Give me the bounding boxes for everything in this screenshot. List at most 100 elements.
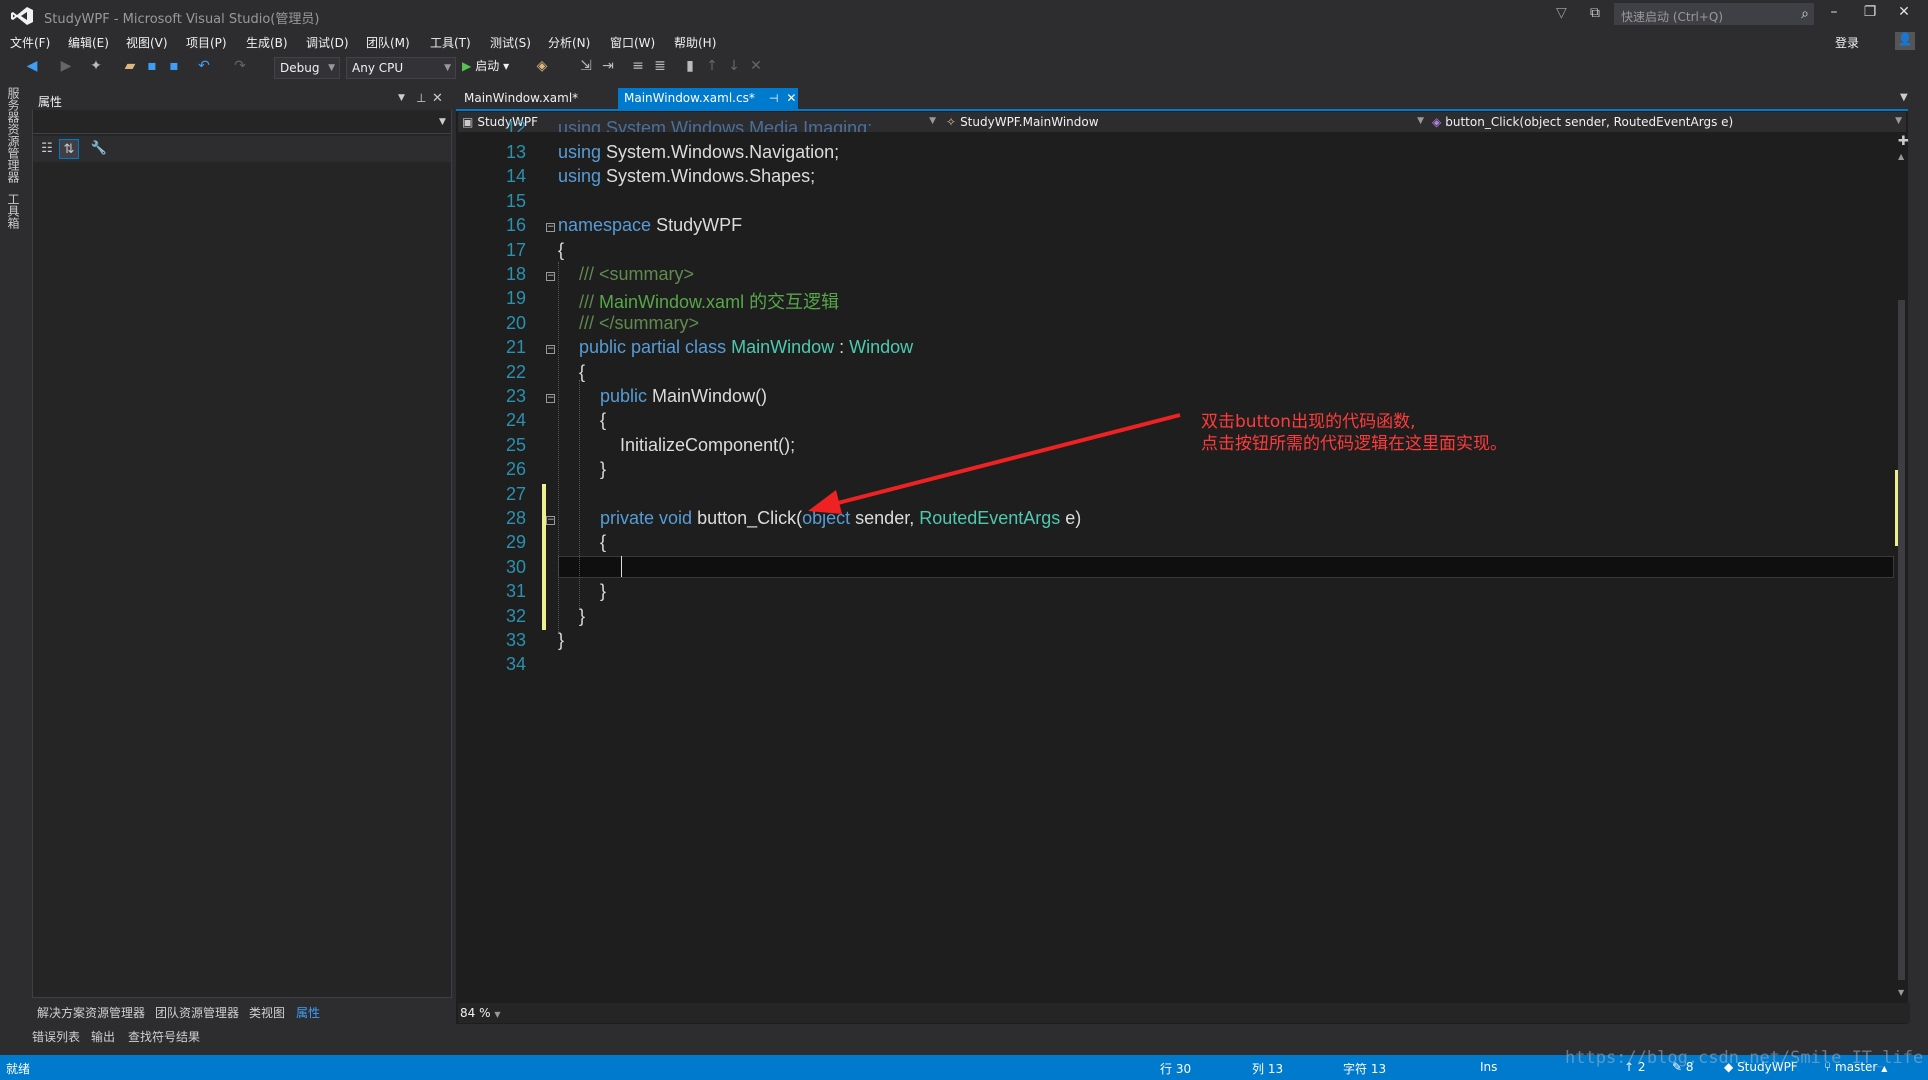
code-line-14: using System.Windows.Shapes; (558, 166, 816, 186)
tab-find-symbol-results[interactable]: 查找符号结果 (128, 1028, 200, 1045)
open-file-icon[interactable]: ▰ (122, 58, 138, 74)
tab-team-explorer[interactable]: 团队资源管理器 (155, 1004, 239, 1021)
navigate-forward-icon[interactable]: ▶ (58, 58, 74, 74)
code-line-21: public partial class MainWindow : Window (579, 337, 914, 357)
server-explorer-tab[interactable]: 服务器资源管理器 (6, 87, 22, 183)
collapse-constructor-icon[interactable]: − (546, 394, 555, 403)
line-number: 27 (505, 484, 526, 504)
code-line-20: /// </summary> (579, 313, 700, 333)
menu-tools[interactable]: 工具(T) (430, 34, 471, 51)
navigate-back-icon[interactable]: ◀ (24, 58, 40, 74)
code-line-24: { (600, 410, 607, 430)
indent-guide (579, 380, 580, 610)
toolbox-tab[interactable]: 工具箱 (6, 193, 22, 229)
properties-header (32, 88, 452, 110)
sort-alphabetical-icon[interactable]: ⇅ (59, 139, 79, 159)
line-number: 31 (505, 581, 526, 601)
status-line: 行 30 (1160, 1062, 1192, 1076)
scroll-up-icon[interactable]: ▲ (1898, 152, 1904, 161)
feedback-icon[interactable]: ⧉ (1590, 5, 1600, 21)
step-into-icon[interactable]: ⇲ (578, 58, 594, 74)
clear-bookmarks-icon[interactable]: ✕ (748, 58, 764, 74)
horizontal-scrollbar[interactable] (458, 1003, 1910, 1023)
quick-launch-input[interactable]: 快速启动 (Ctrl+Q) ⌕ (1614, 3, 1814, 25)
menu-project[interactable]: 项目(P) (186, 34, 227, 51)
menu-file[interactable]: 文件(F) (10, 34, 50, 51)
notification-filter-icon[interactable]: ▽ (1556, 5, 1567, 21)
indent-icon[interactable]: ≣ (652, 58, 668, 74)
unsaved-changes-margin (542, 484, 546, 630)
status-character: 字符 13 (1343, 1062, 1387, 1076)
status-insert-mode: Ins (1480, 1060, 1498, 1074)
save-all-icon[interactable]: ▪ (166, 58, 182, 74)
tab-class-view[interactable]: 类视图 (249, 1004, 285, 1021)
properties-title: 属性 (38, 95, 63, 109)
collapse-summary-icon[interactable]: − (546, 272, 555, 281)
current-line-highlight (558, 556, 1894, 578)
tab-mainwindow-xaml[interactable]: MainWindow.xaml* (458, 88, 618, 109)
method-icon: ◈ (1432, 115, 1442, 129)
menu-debug[interactable]: 调试(D) (306, 34, 349, 51)
step-over-icon[interactable]: ⇥ (600, 58, 616, 74)
minimize-button[interactable]: – (1820, 4, 1848, 24)
pin-icon[interactable]: ⊥ (416, 91, 426, 105)
tab-solution-explorer[interactable]: 解决方案资源管理器 (37, 1004, 145, 1021)
undo-icon[interactable]: ↶ (196, 58, 212, 74)
chevron-down-icon: ▼ (929, 116, 936, 126)
tab-mainwindow-xaml-cs[interactable]: MainWindow.xaml.cs* ⊣ ✕ (618, 88, 798, 109)
annotation-line-1: 双击button出现的代码函数, (1201, 412, 1416, 432)
line-number: 34 (505, 654, 526, 674)
previous-bookmark-icon[interactable]: ↑ (704, 58, 720, 74)
sign-in-link[interactable]: 登录 (1835, 34, 1859, 51)
member-select[interactable]: ◈ button_Click(object sender, RoutedEvent… (1432, 112, 1908, 132)
restore-button[interactable]: ❐ (1856, 4, 1884, 24)
bookmark-icon[interactable]: ▮ (682, 58, 698, 74)
line-number: 25 (505, 435, 526, 455)
menu-edit[interactable]: 编辑(E) (68, 34, 109, 51)
collapse-namespace-icon[interactable]: − (546, 223, 555, 232)
split-window-icon[interactable]: ✚ (1898, 134, 1909, 149)
menu-test[interactable]: 测试(S) (490, 34, 531, 51)
categorized-icon[interactable]: ☷ (37, 139, 57, 159)
close-window-button[interactable]: ✕ (1890, 4, 1918, 24)
collapse-class-icon[interactable]: − (546, 345, 555, 354)
outdent-icon[interactable]: ≡ (630, 58, 646, 74)
solution-platform-select[interactable]: Any CPU ▼ (346, 57, 456, 79)
line-number: 20 (505, 313, 526, 333)
menu-view[interactable]: 视图(V) (126, 34, 168, 51)
type-select[interactable]: ✧ StudyWPF.MainWindow ▼ (946, 112, 1430, 132)
collapse-method-icon[interactable]: − (546, 516, 555, 525)
property-pages-icon[interactable]: 🔧 (89, 139, 109, 159)
menu-team[interactable]: 团队(M) (366, 34, 410, 51)
start-debugging-button[interactable]: ▶ 启动 ▾ (462, 57, 509, 74)
properties-object-select[interactable]: ▼ (33, 112, 451, 134)
annotation-arrow (808, 413, 1181, 514)
vertical-scrollbar-thumb[interactable] (1898, 300, 1905, 980)
browser-link-icon[interactable]: ◈ (534, 58, 550, 74)
pin-icon[interactable]: ⊣ (769, 92, 779, 105)
tab-error-list[interactable]: 错误列表 (32, 1028, 80, 1045)
tab-overflow-chevron-down-icon[interactable]: ▼ (1900, 92, 1908, 103)
zoom-level-value: 84 % (460, 1006, 491, 1020)
code-line-17: { (558, 240, 565, 260)
save-icon[interactable]: ▪ (144, 58, 160, 74)
menu-build[interactable]: 生成(B) (246, 34, 288, 51)
scroll-down-icon[interactable]: ▼ (1898, 988, 1904, 997)
zoom-level-select[interactable]: 84 % ▼ (460, 1006, 520, 1020)
close-tab-icon[interactable]: ✕ (786, 91, 796, 105)
new-project-icon[interactable]: ✦ (88, 58, 104, 74)
menu-analyze[interactable]: 分析(N) (548, 34, 590, 51)
tab-properties[interactable]: 属性 (296, 1004, 320, 1021)
code-line-19: /// MainWindow.xaml 的交互逻辑 (579, 292, 840, 312)
start-label: 启动 (475, 59, 500, 73)
tab-output[interactable]: 输出 (91, 1028, 115, 1045)
close-panel-icon[interactable]: ✕ (432, 91, 443, 106)
solution-configuration-select[interactable]: Debug ▼ (274, 57, 340, 79)
next-bookmark-icon[interactable]: ↓ (726, 58, 742, 74)
menu-window[interactable]: 窗口(W) (610, 34, 655, 51)
panel-menu-chevron-down-icon[interactable]: ▼ (398, 93, 405, 103)
redo-icon[interactable]: ↷ (232, 58, 248, 74)
line-number: 17 (505, 240, 526, 260)
account-icon[interactable]: 👤 (1895, 32, 1915, 50)
menu-help[interactable]: 帮助(H) (674, 34, 716, 51)
